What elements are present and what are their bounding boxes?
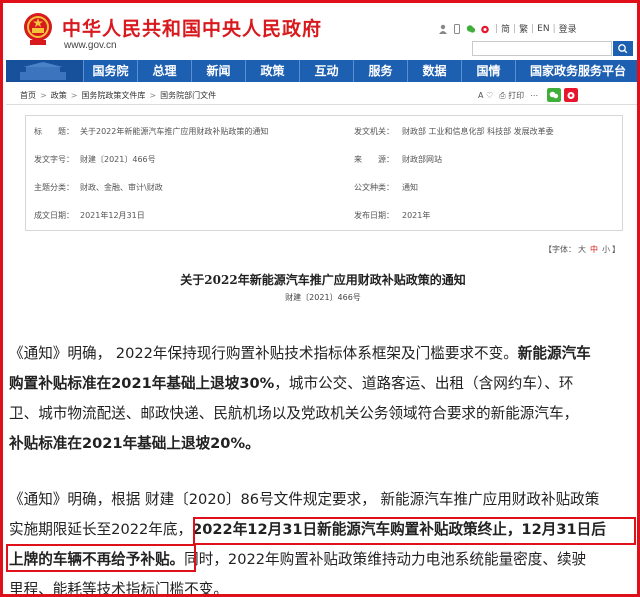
text-run: 《通知》明确， 2022年保持现行购置补贴技术指标体系框架及门槛要求不变。 <box>9 345 518 362</box>
article-paragraph-1: 《通知》明确， 2022年保持现行购置补贴技术指标体系框架及门槛要求不变。新能源… <box>9 339 637 459</box>
font-size-large[interactable]: 大 <box>578 245 586 254</box>
weibo-share-icon[interactable] <box>564 88 579 102</box>
meta-year-label: 发布日期： <box>354 211 394 220</box>
nav-item-interaction[interactable]: 互动 <box>299 60 353 82</box>
breadcrumb-home[interactable]: 首页 <box>20 91 36 100</box>
meta-row: 标 题： 关于2022年新能源汽车推广应用财政补贴政策的通知 发文机关： 财政部… <box>26 116 624 144</box>
font-size-close: 】 <box>612 245 620 254</box>
screenshot-frame: 中华人民共和国中央人民政府 www.gov.cn | 简 | 繁 | EN | … <box>0 0 640 597</box>
meta-type-label: 公文种类： <box>354 183 394 192</box>
meta-year-value: 2021年 <box>402 211 431 220</box>
document-title: 关于2022年新能源汽车推广应用财政补贴政策的通知 <box>180 273 466 287</box>
meta-title-label: 标 题： <box>34 127 74 136</box>
mobile-icon[interactable] <box>452 23 462 34</box>
link-simplified[interactable]: 简 <box>501 22 510 35</box>
site-title[interactable]: 中华人民共和国中央人民政府 <box>62 14 322 41</box>
nav-items: 国务院 总理 新闻 政策 互动 服务 数据 国情 国家政务服务平台 <box>83 60 637 82</box>
nav-item-national-info[interactable]: 国情 <box>461 60 515 82</box>
main-nav: 国务院 总理 新闻 政策 互动 服务 数据 国情 国家政务服务平台 <box>6 60 637 82</box>
text-run: 实施期限延长至2022年底， <box>9 521 193 538</box>
text-run: ，城市公交、道路客运、出租（含网约车）、环 <box>274 375 574 392</box>
paragraph-line: 补贴标准在2021年基础上退坡20%。 <box>9 429 637 459</box>
search-icon <box>618 44 628 54</box>
document-metadata: 标 题： 关于2022年新能源汽车推广应用财政补贴政策的通知 发文机关： 财政部… <box>25 115 623 231</box>
meta-doc-no-label: 发文字号： <box>34 155 74 164</box>
meta-row: 发文字号： 财建〔2021〕466号 来 源： 财政部网站 <box>26 144 624 172</box>
highlight-box <box>193 517 636 545</box>
paragraph-line: 《通知》明确， 2022年保持现行购置补贴技术指标体系框架及门槛要求不变。新能源… <box>9 339 637 369</box>
chevron-right-icon: > <box>149 91 157 100</box>
print-icon: ⎙ <box>499 90 506 100</box>
paragraph-line: 《通知》明确，根据 财建〔2020〕86号文件规定要求， 新能源汽车推广应用财政… <box>9 491 600 508</box>
font-size-small[interactable]: 小 <box>602 245 610 254</box>
breadcrumb: 首页 > 政策 > 国务院政策文件库 > 国务院部门文件 <box>20 90 216 101</box>
highlight-box <box>6 544 196 572</box>
divider: | <box>513 23 517 34</box>
nav-item-data[interactable]: 数据 <box>407 60 461 82</box>
top-links: | 简 | 繁 | EN | 登录 <box>436 22 577 35</box>
meta-source-label: 来 源： <box>354 155 394 164</box>
meta-source-value: 财政部网站 <box>402 155 442 164</box>
print-tool[interactable]: ⎙ 打印 <box>499 90 524 101</box>
meta-topic-value: 财政、金融、审计\财政 <box>80 183 163 192</box>
weibo-icon[interactable] <box>480 24 490 34</box>
nav-banner-image <box>6 60 83 82</box>
nav-item-news[interactable]: 新闻 <box>191 60 245 82</box>
divider: | <box>552 23 556 34</box>
meta-issuer-value: 财政部 工业和信息化部 科技部 发展改革委 <box>402 127 554 136</box>
national-emblem-icon <box>24 13 52 45</box>
paragraph-line: 购置补贴标准在2021年基础上退坡30%，城市公交、道路客运、出租（含网约车）、… <box>9 369 637 399</box>
font-size-selector: 【字体：大中小】 <box>544 244 620 255</box>
link-traditional[interactable]: 繁 <box>519 22 528 35</box>
meta-doc-no-value: 财建〔2021〕466号 <box>80 155 156 164</box>
meta-date-label: 成文日期： <box>34 211 74 220</box>
nav-item-policy[interactable]: 政策 <box>245 60 299 82</box>
meta-issuer-label: 发文机关： <box>354 127 394 136</box>
nav-item-services[interactable]: 服务 <box>353 60 407 82</box>
divider: | <box>495 23 499 34</box>
bold-text-run: 补贴标准在2021年基础上退坡20%。 <box>9 435 260 452</box>
meta-row: 成文日期： 2021年12月31日 发布日期： 2021年 <box>26 200 624 228</box>
wechat-icon[interactable] <box>466 24 476 34</box>
meta-date-value: 2021年12月31日 <box>80 211 145 220</box>
search-button[interactable] <box>613 41 633 56</box>
nav-item-premier[interactable]: 总理 <box>137 60 191 82</box>
meta-title-value: 关于2022年新能源汽车推广应用财政补贴政策的通知 <box>80 127 269 136</box>
user-icon[interactable] <box>438 24 448 34</box>
options-tool[interactable]: ⋯ <box>530 91 538 100</box>
meta-type-value: 通知 <box>402 183 418 192</box>
font-size-tool[interactable]: A ♡ <box>478 91 493 100</box>
breadcrumb-department-docs[interactable]: 国务院部门文件 <box>160 91 216 100</box>
paragraph-line: 里程、能耗等技术指标门槛不变。 <box>9 581 228 597</box>
font-size-label: 【字体： <box>544 245 576 254</box>
tiananmen-icon <box>20 62 66 80</box>
divider: | <box>531 23 535 34</box>
text-run: 同时，2022年购置补贴政策维持动力电池系统能量密度、续驶 <box>184 551 587 568</box>
bold-text-run: 新能源汽车 <box>517 345 591 362</box>
bold-text-run: 购置补贴标准在2021年基础上退坡30% <box>9 375 275 392</box>
meta-topic-label: 主题分类： <box>34 183 74 192</box>
document-number: 财建〔2021〕466号 <box>285 293 361 302</box>
breadcrumb-policy-library[interactable]: 国务院政策文件库 <box>81 91 145 100</box>
breadcrumb-policy[interactable]: 政策 <box>51 91 67 100</box>
site-url: www.gov.cn <box>64 40 117 51</box>
chevron-right-icon: > <box>70 91 78 100</box>
nav-item-service-platform[interactable]: 国家政务服务平台 <box>515 60 637 82</box>
article-tools: A ♡ ⎙ 打印 ⋯ <box>478 88 579 102</box>
link-login[interactable]: 登录 <box>559 22 577 35</box>
search-input[interactable] <box>472 41 612 56</box>
link-english[interactable]: EN <box>537 24 549 34</box>
meta-row: 主题分类： 财政、金融、审计\财政 公文种类： 通知 <box>26 172 624 200</box>
wechat-share-icon[interactable] <box>547 88 562 102</box>
font-size-medium[interactable]: 中 <box>590 245 598 254</box>
breadcrumb-row: 首页 > 政策 > 国务院政策文件库 > 国务院部门文件 A ♡ ⎙ 打印 ⋯ <box>6 85 637 105</box>
site-header: 中华人民共和国中央人民政府 www.gov.cn | 简 | 繁 | EN | … <box>6 6 637 60</box>
paragraph-line: 卫、城市物流配送、邮政快递、民航机场以及党政机关公务领域符合要求的新能源汽车， <box>9 405 579 422</box>
chevron-right-icon: > <box>40 91 47 100</box>
nav-item-state-council[interactable]: 国务院 <box>83 60 137 82</box>
